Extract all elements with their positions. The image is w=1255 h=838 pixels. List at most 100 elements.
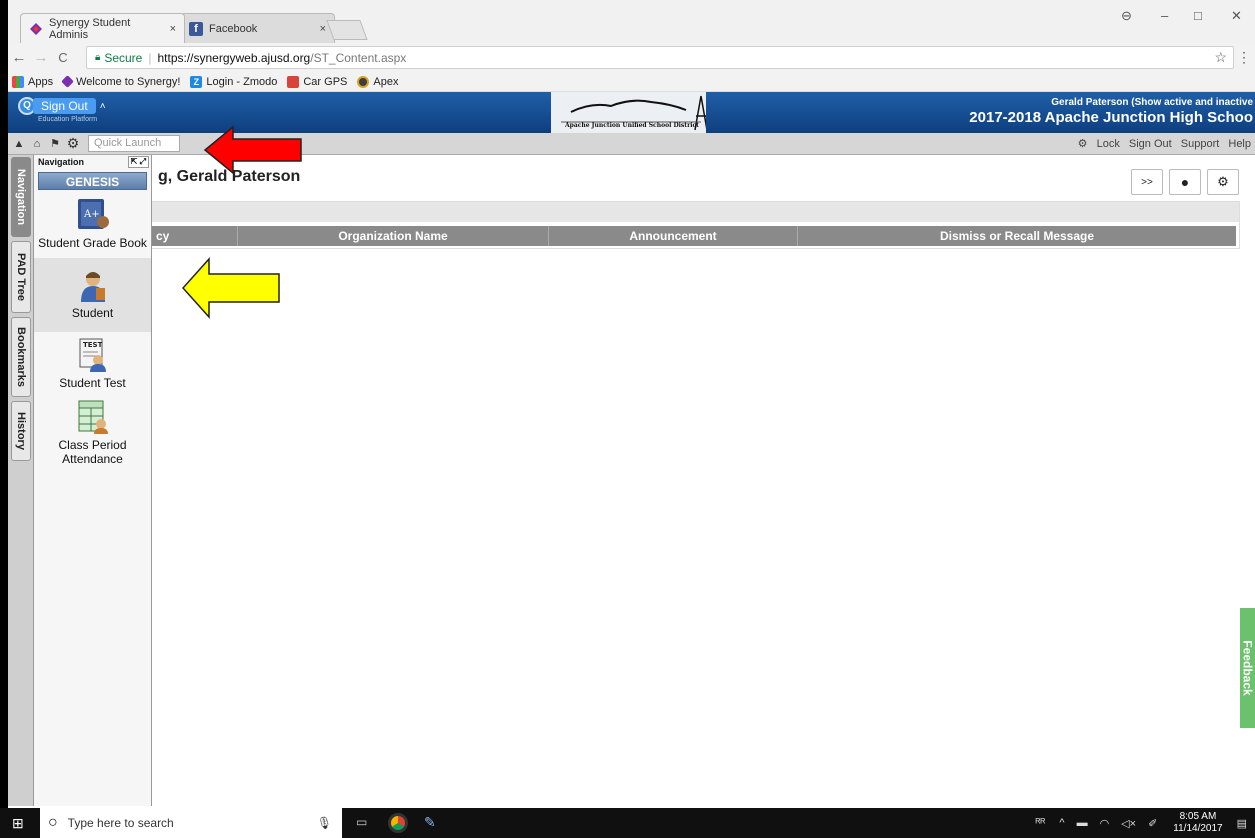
student-test-icon: TEST [76, 338, 110, 372]
platform-label: Education Platform [38, 116, 98, 123]
tab-close-icon[interactable]: × [320, 23, 326, 35]
school-year-title: 2017-2018 Apache Junction High Schoo [969, 109, 1253, 126]
feedback-tab[interactable]: Feedback [1240, 608, 1255, 728]
facebook-favicon-icon: f [189, 21, 203, 36]
tab-close-icon[interactable]: × [170, 23, 176, 35]
toolbar-links: ⚙ Lock Sign Out Support Help [1072, 137, 1251, 150]
bookmarks-bar: Apps Welcome to Synergy! Z Login - Zmodo … [8, 72, 1255, 92]
signout-link[interactable]: Sign Out [1129, 138, 1172, 150]
apex-icon [357, 75, 370, 88]
nav-item-class-period-attendance[interactable]: Class Period Attendance [34, 394, 151, 474]
col-header-dismiss-recall[interactable]: Dismiss or Recall Message [798, 226, 1236, 246]
zmodo-icon: Z [190, 75, 203, 88]
col-header-organization-name[interactable]: Organization Name [238, 226, 549, 246]
lock-icon: 🔒︎ [95, 52, 101, 63]
browser-tab-strip: Synergy Student Adminis × f Facebook × ⊖… [8, 0, 1255, 43]
nav-item-student-grade-book[interactable]: A+ Student Grade Book [34, 190, 151, 258]
cortana-circle-icon: ○ [48, 814, 58, 831]
minimize-button[interactable]: – [1161, 8, 1168, 23]
home-icon[interactable]: ⌂ [30, 138, 44, 150]
apps-grid-icon [12, 75, 24, 88]
vertical-tab-bar: Navigation PAD Tree Bookmarks History [8, 155, 34, 806]
volume-icon[interactable]: ◁× [1121, 817, 1136, 830]
vtab-pad-tree[interactable]: PAD Tree [11, 241, 31, 313]
header-signout[interactable]: Q Sign Out ˄ [18, 97, 106, 115]
synergy-icon [61, 75, 74, 88]
url-input[interactable]: 🔒︎ Secure | https://synergyweb.ajusd.org… [86, 46, 1234, 69]
vtab-bookmarks[interactable]: Bookmarks [11, 317, 31, 397]
bookmark-apex[interactable]: Apex [357, 75, 398, 88]
gears-icon[interactable]: ⚙ [66, 135, 80, 152]
new-tab-button[interactable] [326, 20, 368, 40]
quick-launch-input[interactable]: Quick Launch [88, 135, 180, 152]
car-gps-icon [287, 75, 300, 88]
attendance-icon [76, 400, 110, 434]
battery-icon[interactable]: ▬ [1077, 817, 1088, 829]
browser-menu-icon[interactable]: ⋮ [1237, 49, 1251, 66]
bookmark-apps[interactable]: Apps [12, 75, 53, 88]
add-circle-button[interactable]: ● [1169, 169, 1201, 195]
people-icon[interactable]: ᴿᴿ [1035, 817, 1045, 829]
lock-link[interactable]: Lock [1097, 138, 1120, 150]
flag-icon[interactable]: ⚑ [48, 137, 62, 150]
close-window-button[interactable]: ✕ [1231, 8, 1242, 24]
bookmark-synergy[interactable]: Welcome to Synergy! [61, 75, 180, 88]
expand-button[interactable]: >> [1131, 169, 1163, 195]
main-content: g, Gerald Paterson >> ● ⚙ cy Organizatio… [152, 155, 1255, 806]
settings-gear-icon[interactable]: ⚙ [1078, 138, 1088, 150]
forward-button[interactable]: → [30, 49, 52, 66]
synergy-favicon-icon [29, 22, 43, 36]
district-logo: Apache Junction Unified School District [551, 92, 708, 133]
clock-date: 11/14/2017 [1173, 823, 1223, 834]
nav-item-label: Student Grade Book [38, 236, 147, 250]
pin-icon[interactable]: ⇱ ⤢ [127, 156, 149, 168]
help-link[interactable]: Help [1228, 138, 1251, 150]
maximize-button[interactable]: □ [1194, 8, 1202, 23]
chrome-taskbar-icon[interactable] [388, 813, 408, 833]
vtab-label: History [15, 412, 27, 450]
back-button[interactable]: ← [8, 49, 30, 66]
user-info[interactable]: Gerald Paterson (Show active and inactiv… [1051, 97, 1253, 108]
taskbar-search-box[interactable]: ○ Type here to search 🎙︎ [40, 808, 342, 838]
nav-item-student[interactable]: Student [34, 258, 151, 332]
support-link[interactable]: Support [1181, 138, 1220, 150]
microphone-icon[interactable]: 🎙︎ [317, 816, 332, 830]
vtab-label: PAD Tree [15, 252, 27, 302]
wifi-icon[interactable]: ◠ [1100, 817, 1110, 830]
vtab-navigation[interactable]: Navigation [11, 157, 31, 237]
vtab-label: Bookmarks [15, 327, 28, 387]
reload-button[interactable]: C [52, 50, 74, 65]
pen-icon[interactable]: ✐ [1148, 817, 1157, 830]
tab-facebook[interactable]: f Facebook × [180, 13, 335, 43]
col-header-announcement[interactable]: Announcement [549, 226, 798, 246]
taskbar-clock[interactable]: 8:05 AM 11/14/2017 [1173, 811, 1222, 835]
search-placeholder: Type here to search [67, 816, 174, 830]
nav-item-label: Class Period Attendance [58, 438, 127, 466]
task-view-icon[interactable]: ▭ [356, 815, 367, 829]
url-separator: | [148, 50, 152, 65]
system-tray: ᴿᴿ ^ ▬ ◠ ◁× ✐ 8:05 AM 11/14/2017 ▤ [1027, 808, 1247, 838]
bookmark-label: Login - Zmodo [206, 75, 278, 88]
bookmark-zmodo[interactable]: Z Login - Zmodo [190, 75, 278, 88]
vtab-history[interactable]: History [11, 401, 31, 461]
windows-taskbar: ⊞ ○ Type here to search 🎙︎ ▭ ✎ ᴿᴿ ^ ▬ ◠ … [0, 808, 1255, 838]
profile-icon[interactable]: ⊖ [1121, 8, 1132, 24]
bookmark-car-gps[interactable]: Car GPS [287, 75, 347, 88]
url-path: /ST_Content.aspx [310, 50, 407, 65]
tab-synergy[interactable]: Synergy Student Adminis × [20, 13, 185, 43]
sign-out-button[interactable]: Sign Out [33, 98, 96, 114]
genesis-group-header[interactable]: GENESIS [38, 172, 147, 190]
nav-item-label: Student Test [59, 376, 126, 390]
windows-start-icon[interactable]: ⊞ [12, 815, 24, 832]
tab-label: Synergy Student Adminis [49, 16, 131, 41]
feedback-label: Feedback [1240, 640, 1255, 696]
chevron-up-icon[interactable]: ^ [1059, 817, 1064, 829]
bookmark-star-icon[interactable]: ☆ [1214, 49, 1227, 66]
nav-item-student-test[interactable]: TEST Student Test [34, 332, 151, 394]
gradebook-icon: A+ [76, 198, 110, 232]
col-header-agency[interactable]: cy [152, 226, 238, 246]
settings-button[interactable]: ⚙ [1207, 169, 1239, 195]
app-taskbar-icon[interactable]: ✎ [424, 814, 436, 831]
notification-icon[interactable]: ▤ [1237, 817, 1247, 830]
up-arrow-icon[interactable]: ▲ [12, 138, 26, 150]
